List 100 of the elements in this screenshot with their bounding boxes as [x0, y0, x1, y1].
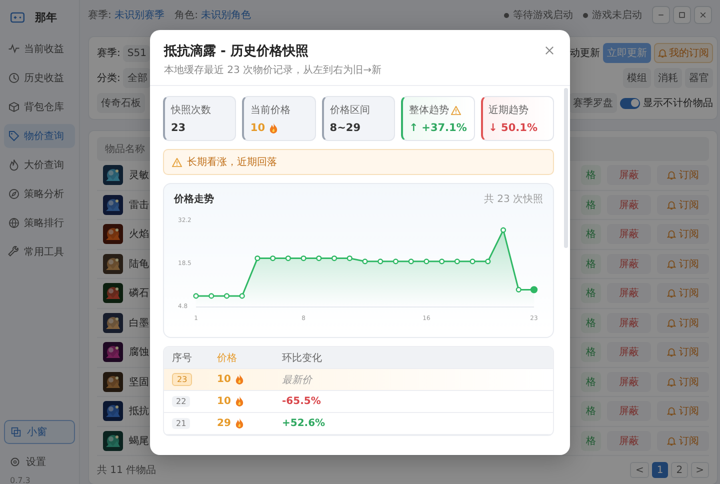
stat-value: 23: [171, 122, 186, 134]
next-page-button[interactable]: >: [690, 462, 709, 478]
data-point: [516, 286, 522, 292]
close-button[interactable]: [694, 6, 712, 24]
subscribe-button[interactable]: 订阅: [657, 312, 709, 333]
globe-icon: [8, 217, 20, 229]
item-name: 蝎尾: [129, 434, 149, 448]
item-name: 抵抗: [129, 404, 149, 418]
subscribe-button[interactable]: 订阅: [657, 401, 709, 422]
block-button[interactable]: 屏蔽: [607, 254, 651, 274]
stat-value: 8~29: [330, 122, 361, 134]
version-label: 0.7.3: [9, 475, 32, 484]
prev-page-button[interactable]: <: [630, 462, 649, 478]
price-button[interactable]: 格: [581, 342, 601, 362]
price-button[interactable]: 格: [581, 283, 601, 304]
change-value: -65.5%: [282, 396, 322, 407]
compact-window-button[interactable]: 小窗: [4, 420, 75, 444]
block-button[interactable]: 屏蔽: [607, 224, 651, 244]
item-name: 磷石: [129, 286, 149, 300]
flame-icon: [234, 374, 244, 385]
refresh-button[interactable]: 立即更新: [603, 43, 651, 63]
game-status: 等待游戏启动: [513, 8, 573, 22]
chart-title: 价格走势: [174, 192, 214, 206]
data-point: [331, 255, 338, 262]
data-point: [378, 258, 384, 264]
price-button[interactable]: 格: [581, 194, 601, 215]
subscribe-button[interactable]: 订阅: [657, 430, 709, 451]
bell-icon: [658, 48, 667, 58]
sidebar-item[interactable]: 物价查询: [4, 124, 75, 148]
block-button[interactable]: 屏蔽: [607, 165, 651, 186]
price-button[interactable]: 格: [581, 165, 601, 186]
block-button[interactable]: 屏蔽: [607, 342, 651, 362]
block-button[interactable]: 屏蔽: [607, 401, 651, 422]
item-count: 共 11 件物品: [97, 464, 156, 477]
sidebar-item[interactable]: 策略排行: [4, 211, 75, 235]
app-title: 那年: [35, 10, 57, 25]
data-point: [530, 286, 538, 294]
category-chip[interactable]: 全部: [123, 68, 152, 88]
page-button[interactable]: 2: [671, 462, 688, 478]
data-point: [300, 255, 306, 262]
close-button[interactable]: [543, 44, 556, 57]
status-dot: [583, 12, 588, 18]
page-button[interactable]: 1: [652, 462, 668, 478]
subscribe-button[interactable]: 订阅: [657, 342, 709, 362]
price-button[interactable]: 格: [581, 372, 601, 392]
toggle-switch[interactable]: [620, 98, 640, 108]
subscribe-button[interactable]: 订阅: [657, 372, 709, 392]
close-icon: [545, 46, 554, 55]
block-button[interactable]: 屏蔽: [607, 430, 651, 451]
subscribe-button[interactable]: 订阅: [657, 283, 709, 304]
subscribe-button[interactable]: 订阅: [657, 194, 709, 215]
block-button[interactable]: 屏蔽: [607, 283, 651, 304]
subscribe-button[interactable]: 订阅: [657, 224, 709, 244]
subscribe-button[interactable]: 订阅: [657, 165, 709, 186]
price-value: 29: [217, 418, 231, 429]
sidebar-item[interactable]: 背包仓库: [4, 95, 75, 119]
change-value: 最新价: [282, 374, 314, 386]
category-chip[interactable]: 传奇石板: [97, 93, 145, 113]
category-label: 分类:: [97, 72, 120, 85]
subscribe-button[interactable]: 订阅: [657, 254, 709, 274]
auto-update-label: 动更新: [570, 46, 600, 60]
price-button[interactable]: 格: [581, 430, 601, 451]
change-value: +52.6%: [282, 418, 326, 429]
column-header: 环比变化: [282, 352, 323, 364]
category-chip[interactable]: 赛季罗盘: [569, 93, 617, 113]
category-chip[interactable]: 消耗: [654, 68, 682, 88]
pulse-icon: [8, 43, 20, 55]
category-chip[interactable]: 模组: [623, 68, 651, 88]
sidebar-item[interactable]: 常用工具: [4, 240, 75, 264]
bell-icon: [667, 258, 676, 269]
scrollbar-thumb[interactable]: [564, 88, 568, 248]
season-select[interactable]: S51: [123, 44, 150, 62]
price-button[interactable]: 格: [581, 254, 601, 274]
modal-title: 抵抗滴露 - 历史价格快照: [164, 42, 310, 60]
sidebar-item[interactable]: 大价查询: [4, 153, 75, 177]
price-button[interactable]: 格: [581, 312, 601, 333]
close-icon: [699, 11, 707, 19]
settings-item[interactable]: 设置: [4, 452, 75, 472]
block-button[interactable]: 屏蔽: [607, 194, 651, 215]
data-point: [408, 258, 414, 264]
bell-icon: [667, 406, 676, 416]
sidebar-item[interactable]: 当前收益: [4, 37, 75, 61]
stat-label: 当前价格: [250, 104, 290, 117]
flame-icon: [8, 159, 20, 171]
block-button[interactable]: 屏蔽: [607, 312, 651, 333]
season-status: 赛季: 未识别赛季: [88, 8, 165, 22]
price-button[interactable]: 格: [581, 224, 601, 244]
sidebar-item[interactable]: 策略分析: [4, 182, 75, 206]
block-button[interactable]: 屏蔽: [607, 372, 651, 392]
sidebar-item[interactable]: 历史收益: [4, 66, 75, 90]
maximize-button[interactable]: [673, 6, 691, 24]
category-chip[interactable]: 器官: [685, 68, 713, 88]
data-point: [424, 258, 430, 264]
stat-value: ↑ +37.1%: [409, 122, 467, 134]
item-name: 腐蚀: [129, 346, 149, 360]
data-point: [470, 258, 476, 264]
data-point: [193, 293, 199, 299]
price-button[interactable]: 格: [581, 401, 601, 422]
subscriptions-button[interactable]: 我的订阅: [654, 43, 713, 63]
bell-icon: [667, 347, 676, 358]
